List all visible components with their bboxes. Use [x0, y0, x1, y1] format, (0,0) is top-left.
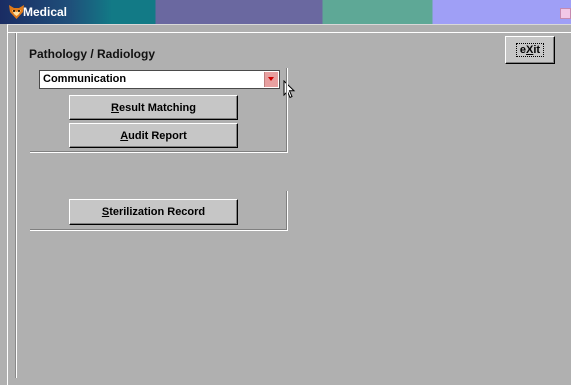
window-title: Medical: [23, 5, 68, 19]
sterilization-record-button[interactable]: Sterilization Record: [69, 199, 238, 225]
result-matching-label: Result Matching: [111, 101, 196, 114]
exit-label: eXit: [515, 43, 545, 57]
communication-dropdown[interactable]: Communication: [39, 70, 280, 89]
audit-report-button[interactable]: Audit Report: [69, 123, 238, 148]
group-vert-2: [287, 191, 288, 231]
dropdown-selected-value: Communication: [43, 73, 127, 85]
frame-bevel-left: [16, 33, 17, 378]
exit-button[interactable]: eXit: [505, 36, 555, 64]
chevron-down-icon: [268, 77, 274, 81]
audit-report-label: Audit Report: [120, 129, 187, 142]
group-divider-1: [30, 152, 287, 153]
dropdown-button[interactable]: [264, 72, 278, 87]
section-heading-pathology: Pathology / Radiology: [29, 47, 156, 61]
result-matching-button[interactable]: Result Matching: [69, 95, 238, 120]
frame-bevel-top: [8, 32, 571, 33]
title-bar[interactable]: Medical: [0, 0, 571, 24]
sterilization-record-label: Sterilization Record: [101, 206, 206, 218]
main-window: Medical Pathology / Radiology Communicat…: [0, 0, 571, 385]
group-divider-2: [30, 230, 287, 231]
group-vert-1: [287, 68, 288, 153]
close-icon[interactable]: [560, 8, 571, 19]
